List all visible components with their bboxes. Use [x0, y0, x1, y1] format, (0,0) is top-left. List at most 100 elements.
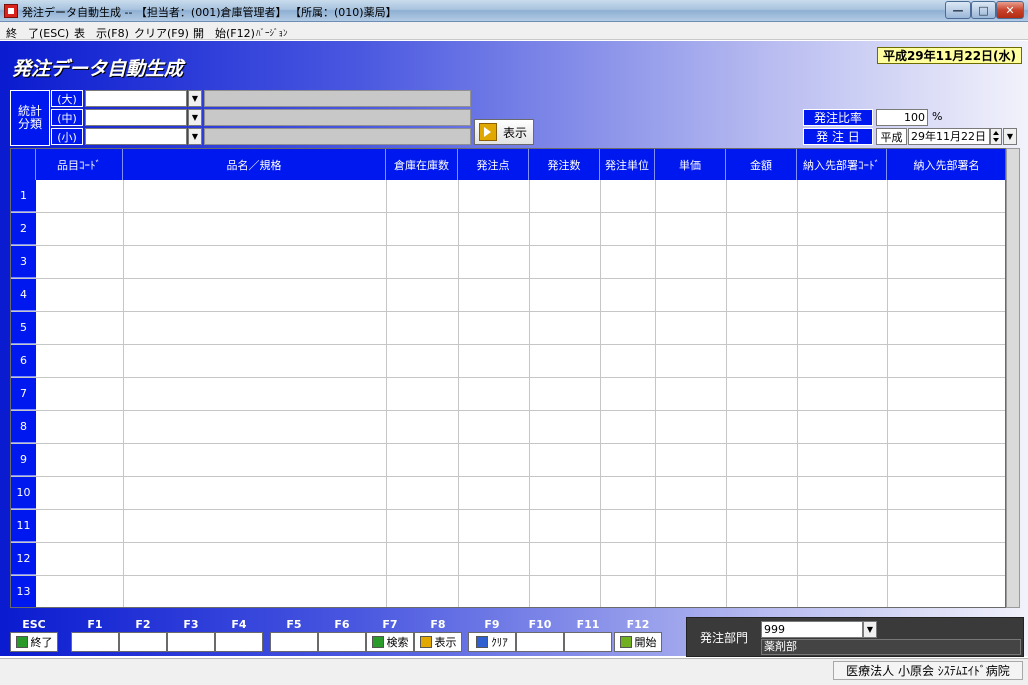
column-header[interactable]: 納入先部署名 [887, 149, 1005, 180]
row-number: 11 [11, 510, 36, 542]
class-small-name [204, 128, 471, 145]
fkey-button-label: 検索 [386, 636, 409, 649]
search-icon [371, 636, 384, 648]
class-small-dropdown[interactable]: ▼ [188, 128, 202, 145]
table-row[interactable]: 11 [11, 510, 1005, 543]
grid-column-line [887, 180, 888, 607]
close-button[interactable]: ✕ [996, 1, 1024, 19]
table-row[interactable]: 6 [11, 345, 1005, 378]
table-row[interactable]: 12 [11, 543, 1005, 576]
stat-classification-label: 統計分類 [10, 90, 50, 146]
dept-name: 薬剤部 [761, 639, 1021, 655]
fkey-button-f5[interactable] [270, 632, 318, 652]
class-medium-select[interactable] [85, 109, 187, 126]
column-header[interactable]: 品名／規格 [123, 149, 386, 180]
fkey-button-f11[interactable] [564, 632, 612, 652]
row-number: 2 [11, 213, 36, 245]
column-header[interactable]: 発注単位 [600, 149, 655, 180]
fkey-label-f3: F3 [183, 618, 199, 631]
class-medium-label: (中) [51, 109, 83, 126]
menu-display[interactable]: 表 示(F8) [74, 25, 129, 41]
current-date-badge: 平成29年11月22日(水) [877, 47, 1022, 64]
order-grid[interactable]: 品目ｺｰﾄﾞ 品名／規格 倉庫在庫数 発注点 発注数 発注単位 単価 金額 納入先部署ｺｰﾄﾞ納… [10, 148, 1006, 608]
row-number: 1 [11, 180, 36, 212]
class-large-select[interactable] [85, 90, 187, 107]
app-icon[interactable] [4, 4, 18, 18]
table-row[interactable]: 4 [11, 279, 1005, 312]
class-medium-name [204, 109, 471, 126]
table-row[interactable]: 3 [11, 246, 1005, 279]
column-header[interactable]: 発注点 [458, 149, 529, 180]
fkey-button-label: 開始 [634, 636, 657, 649]
column-header[interactable]: 倉庫在庫数 [386, 149, 458, 180]
table-row[interactable]: 1 [11, 180, 1005, 213]
row-number: 8 [11, 411, 36, 443]
minimize-button[interactable]: — [945, 1, 971, 19]
table-row[interactable]: 10 [11, 477, 1005, 510]
order-ratio-unit: % [932, 110, 943, 123]
chevron-down-icon: ▼ [1006, 132, 1014, 141]
row-number: 6 [11, 345, 36, 377]
column-header[interactable]: 発注数 [529, 149, 600, 180]
menu-version[interactable]: ﾊﾞｰｼﾞｮﾝ [256, 26, 288, 39]
table-row[interactable]: 5 [11, 312, 1005, 345]
fkey-button-label: 表示 [434, 636, 457, 649]
menu-start[interactable]: 開 始(F12) [193, 25, 255, 41]
column-header[interactable]: 納入先部署ｺｰﾄﾞ [797, 149, 887, 180]
table-row[interactable]: 2 [11, 213, 1005, 246]
grid-column-line [655, 180, 656, 607]
fkey-label-f4: F4 [231, 618, 247, 631]
column-header[interactable]: 金額 [726, 149, 797, 180]
grid-vertical-scrollbar[interactable] [1006, 148, 1020, 608]
fkey-button-f4[interactable] [215, 632, 263, 652]
fkey-label-f1: F1 [87, 618, 103, 631]
order-date-input[interactable]: 29年11月22日 [908, 128, 990, 145]
fkey-label-f10: F10 [528, 618, 552, 631]
fkey-button-esc[interactable]: 終了 [10, 632, 58, 652]
fkey-button-f10[interactable] [516, 632, 564, 652]
fkey-label-f5: F5 [286, 618, 302, 631]
dept-label: 発注部門 [690, 625, 758, 649]
menu-bar: 終 了(ESC) 表 示(F8) クリア(F9) 開 始(F12) ﾊﾞｰｼﾞｮ… [0, 22, 1028, 40]
fkey-label-f7: F7 [382, 618, 398, 631]
grid-column-line [797, 180, 798, 607]
table-row[interactable]: 9 [11, 444, 1005, 477]
column-header[interactable]: 品目ｺｰﾄﾞ [36, 149, 123, 180]
show-button[interactable]: 表示 [474, 119, 534, 145]
dept-code-select[interactable]: 999 [761, 621, 863, 638]
order-ratio-input[interactable]: 100 [876, 109, 928, 126]
table-row[interactable]: 13 [11, 576, 1005, 607]
fkey-button-f7[interactable]: 検索 [366, 632, 414, 652]
minimize-icon: — [952, 3, 964, 17]
fkey-button-f3[interactable] [167, 632, 215, 652]
date-spin-button[interactable] [990, 128, 1002, 145]
dept-dropdown[interactable]: ▼ [863, 621, 877, 638]
maximize-button[interactable]: □ [971, 1, 996, 19]
menu-clear[interactable]: クリア(F9) [134, 25, 189, 41]
row-number: 12 [11, 543, 36, 575]
fkey-button-f6[interactable] [318, 632, 366, 652]
close-icon: ✕ [1005, 3, 1015, 17]
table-row[interactable]: 8 [11, 411, 1005, 444]
display-icon [419, 636, 432, 648]
menu-exit[interactable]: 終 了(ESC) [6, 25, 69, 41]
chevron-down-icon: ▼ [866, 625, 874, 634]
grid-column-line [600, 180, 601, 607]
chevron-down-icon: ▼ [191, 113, 199, 122]
column-header[interactable]: 単価 [655, 149, 726, 180]
fkey-button-f8[interactable]: 表示 [414, 632, 462, 652]
fkey-button-f2[interactable] [119, 632, 167, 652]
chevron-down-icon: ▼ [191, 94, 199, 103]
class-small-select[interactable] [85, 128, 187, 145]
order-date-era: 平成 [876, 128, 907, 145]
class-large-dropdown[interactable]: ▼ [188, 90, 202, 107]
fkey-button-f9[interactable]: ｸﾘｱ [468, 632, 516, 652]
class-medium-dropdown[interactable]: ▼ [188, 109, 202, 126]
fkey-label-f12: F12 [626, 618, 650, 631]
fkey-button-f12[interactable]: 開始 [614, 632, 662, 652]
date-dropdown-button[interactable]: ▼ [1003, 128, 1017, 145]
fkey-button-f1[interactable] [71, 632, 119, 652]
table-row[interactable]: 7 [11, 378, 1005, 411]
fkey-label-f9: F9 [484, 618, 500, 631]
row-number: 3 [11, 246, 36, 278]
